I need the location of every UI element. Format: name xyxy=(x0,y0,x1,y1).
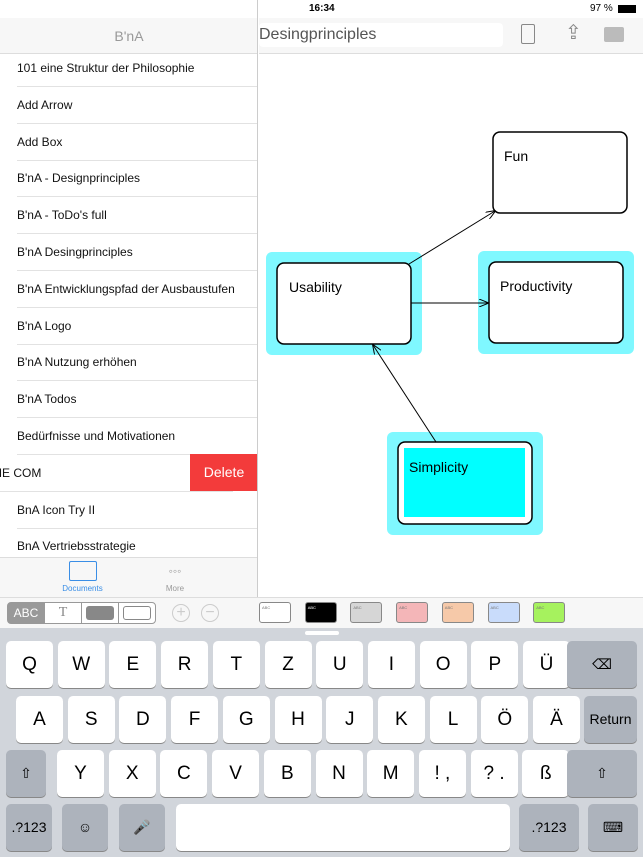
tab-more[interactable]: ◦◦◦ More xyxy=(150,564,200,593)
backspace-key[interactable]: ⌫ xyxy=(567,641,637,688)
node-productivity[interactable] xyxy=(488,261,624,344)
zoom-out-button[interactable]: − xyxy=(201,604,219,622)
key[interactable]: ? . xyxy=(470,750,518,797)
document-list-item[interactable]: B'nA - ToDo's full xyxy=(17,197,257,235)
delete-button[interactable]: Delete xyxy=(190,454,257,491)
key[interactable]: X xyxy=(108,750,156,797)
key[interactable]: H xyxy=(274,696,322,743)
space-key[interactable] xyxy=(176,804,510,851)
key[interactable]: K xyxy=(377,696,425,743)
node-fun[interactable] xyxy=(492,131,628,214)
document-list-item[interactable]: B'nA Logo xyxy=(17,308,257,345)
key[interactable]: B xyxy=(263,750,311,797)
color-swatch[interactable]: ABC xyxy=(441,602,474,623)
key[interactable]: P xyxy=(471,641,519,688)
numbers-key[interactable]: .?123 xyxy=(6,804,52,851)
color-swatch[interactable]: ABC xyxy=(259,602,291,623)
document-list-item[interactable]: B'nA Entwicklungspfad der Ausbaustufen xyxy=(17,271,257,308)
tab-documents[interactable]: Documents xyxy=(55,561,110,593)
label-simplicity: Simplicity xyxy=(409,459,468,475)
key[interactable]: D xyxy=(119,696,167,743)
text-style-t[interactable]: T xyxy=(44,602,82,624)
key[interactable]: V xyxy=(212,750,260,797)
tab-documents-label: Documents xyxy=(62,584,103,593)
more-icon: ◦◦◦ xyxy=(168,564,182,578)
document-list-item[interactable]: B'nA - Designprinciples xyxy=(17,160,257,198)
color-swatch[interactable]: ABC xyxy=(396,602,429,623)
hide-keyboard-key[interactable]: ⌨ xyxy=(588,804,638,851)
diagram-canvas[interactable]: Fun Usability Productivity Simplicity xyxy=(259,54,643,597)
sidebar: B'nA 101 eine Struktur der Philosophie Ad… xyxy=(0,0,258,597)
key[interactable]: S xyxy=(67,696,115,743)
key[interactable]: ß xyxy=(522,750,570,797)
top-bar: Desingprinciples ⇪ xyxy=(259,18,643,54)
battery-icon xyxy=(618,5,636,13)
node-usability[interactable] xyxy=(276,262,412,345)
folder-icon xyxy=(68,561,97,581)
sidebar-title: B'nA xyxy=(0,18,257,54)
label-usability: Usability xyxy=(289,279,342,295)
key[interactable]: Y xyxy=(57,750,104,797)
text-style-abc[interactable]: ABC xyxy=(7,602,45,624)
arrow-simplicity-usability xyxy=(373,345,437,443)
label-productivity: Productivity xyxy=(500,278,572,294)
shape-filled[interactable] xyxy=(81,602,119,624)
document-list-item[interactable]: Add Box xyxy=(17,124,257,161)
color-swatch[interactable]: ABC xyxy=(533,602,566,623)
emoji-key[interactable]: ☺ xyxy=(62,804,108,851)
key[interactable]: Ü xyxy=(523,641,570,688)
keyboard-handle[interactable] xyxy=(305,631,339,635)
zoom-in-button[interactable]: + xyxy=(172,604,190,622)
key[interactable]: G xyxy=(222,696,270,743)
document-list-item[interactable]: B'nA Todos xyxy=(17,381,257,419)
color-swatch[interactable]: ABC xyxy=(304,602,337,623)
clipboard-icon[interactable] xyxy=(521,24,535,44)
key[interactable]: Z xyxy=(264,641,312,688)
key[interactable]: Ä xyxy=(533,696,580,743)
shape-outline[interactable] xyxy=(118,602,156,624)
key[interactable]: R xyxy=(161,641,209,688)
document-list-item[interactable]: Add Arrow xyxy=(17,87,257,124)
key[interactable]: Ö xyxy=(481,696,529,743)
key[interactable]: J xyxy=(326,696,374,743)
format-toolbar: ABC T + − ABC ABC ABC ABC ABC ABC ABC xyxy=(0,597,643,628)
document-title-field[interactable]: Desingprinciples xyxy=(259,23,503,47)
tab-more-label: More xyxy=(165,584,185,593)
tab-bar: Documents ◦◦◦ More xyxy=(0,557,257,597)
key[interactable]: E xyxy=(109,641,157,688)
document-list-item[interactable]: B'nA Nutzung erhöhen xyxy=(17,344,257,382)
key[interactable]: C xyxy=(160,750,208,797)
key[interactable]: U xyxy=(316,641,364,688)
key[interactable]: I xyxy=(367,641,415,688)
document-list-item[interactable]: B'nA Desingprinciples xyxy=(17,234,257,271)
key[interactable]: M xyxy=(367,750,415,797)
keyboard: Q W E R T Z U I O P Ü ⌫ A S D F G H J K L Ö Ä Return ⇧ Y X C V B N M! ,… xyxy=(0,628,643,857)
document-list-item[interactable]: BnA Icon Try II xyxy=(17,492,257,529)
share-icon[interactable]: ⇪ xyxy=(565,20,582,45)
document-list-item[interactable]: Bedürfnisse und Motivationen xyxy=(17,418,257,455)
dictation-key[interactable]: 🎤 xyxy=(119,804,165,851)
color-swatch[interactable]: ABC xyxy=(487,602,520,623)
key[interactable]: W xyxy=(57,641,105,688)
key[interactable]: A xyxy=(16,696,63,743)
key[interactable]: ! , xyxy=(418,750,466,797)
shift-key-right[interactable]: ⇧ xyxy=(567,750,637,797)
color-swatch[interactable]: ABC xyxy=(350,602,383,623)
key[interactable]: F xyxy=(171,696,219,743)
document-list-item[interactable]: 101 eine Struktur der Philosophie xyxy=(17,50,257,87)
battery-label: 97 % xyxy=(590,3,613,14)
numbers-key-right[interactable]: .?123 xyxy=(519,804,579,851)
time: 16:34 xyxy=(309,3,335,14)
shift-key[interactable]: ⇧ xyxy=(6,750,46,797)
key[interactable]: T xyxy=(212,641,260,688)
camera-icon[interactable] xyxy=(604,27,624,42)
key[interactable]: L xyxy=(429,696,477,743)
key[interactable]: O xyxy=(419,641,467,688)
return-key[interactable]: Return xyxy=(584,696,637,743)
key[interactable]: Q xyxy=(6,641,53,688)
label-fun: Fun xyxy=(504,148,528,164)
key[interactable]: N xyxy=(315,750,363,797)
